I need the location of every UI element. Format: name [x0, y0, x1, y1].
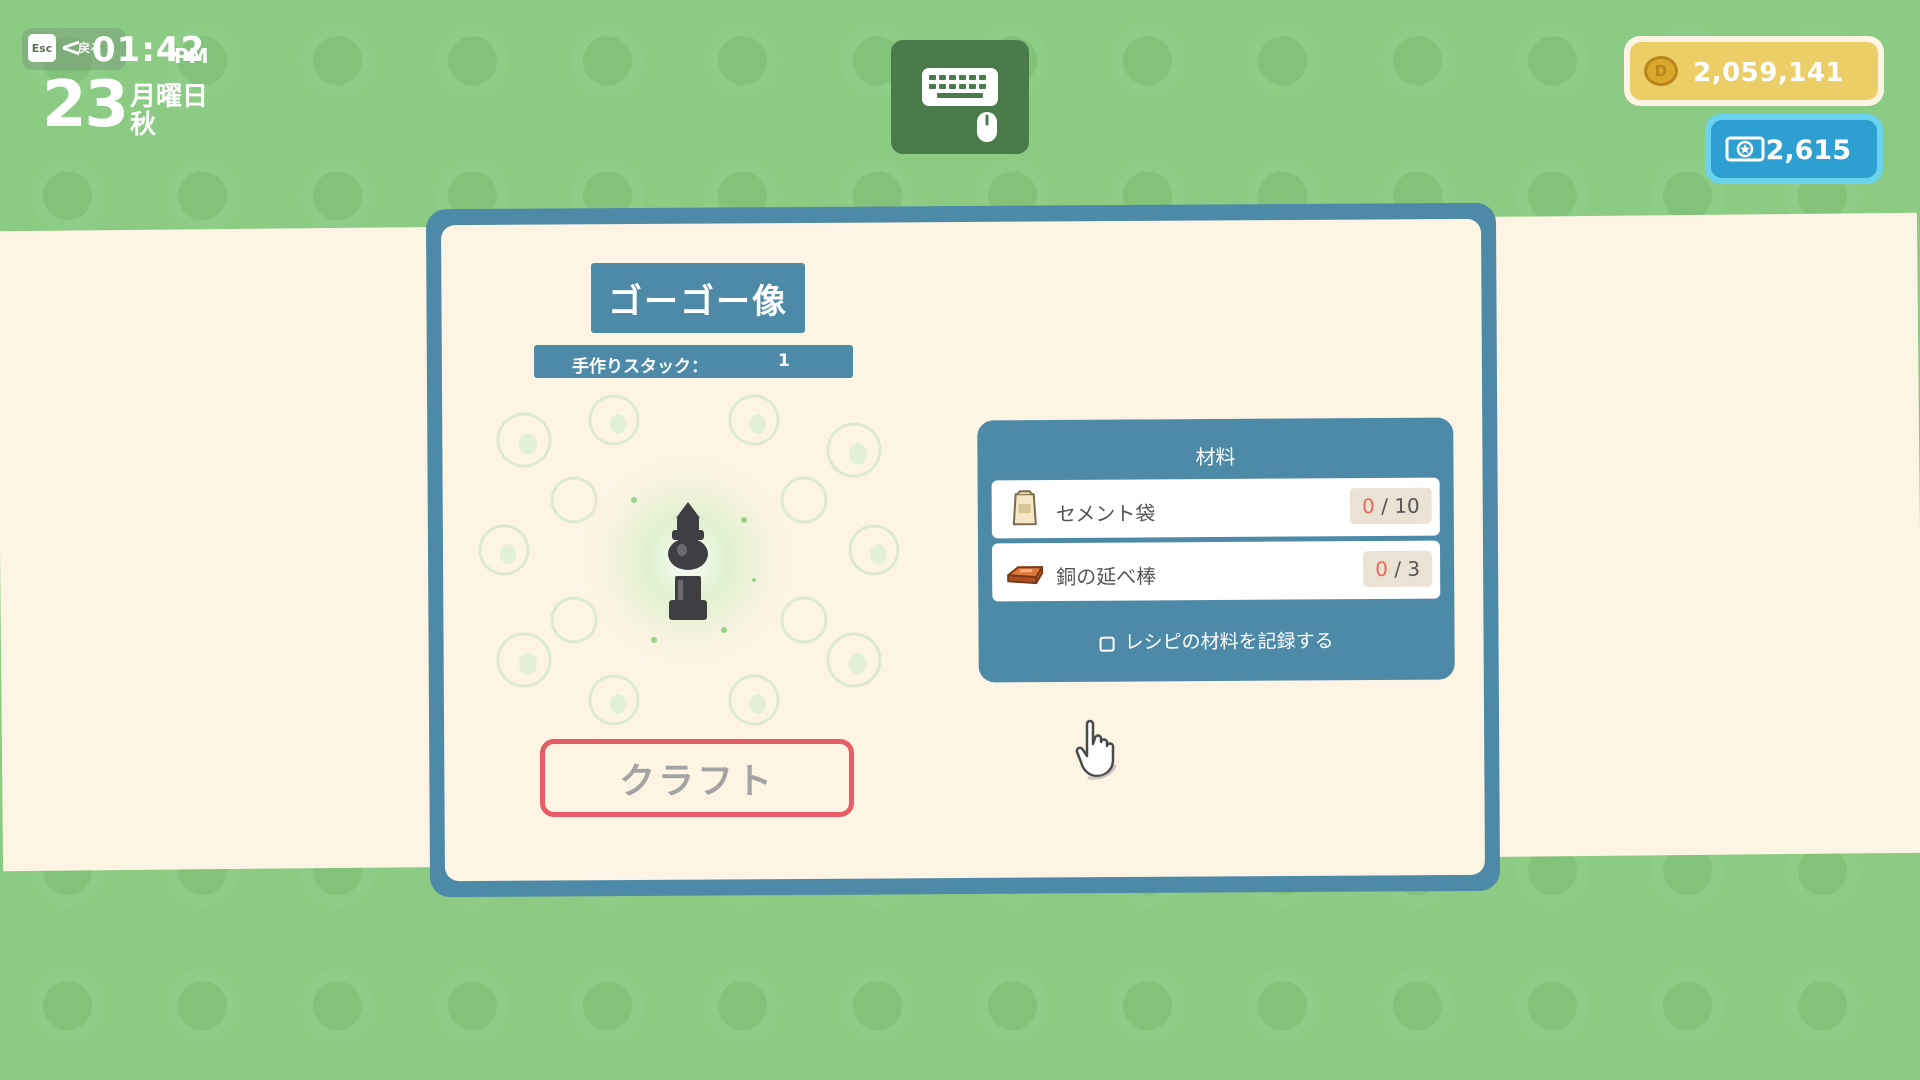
record-recipe-toggle[interactable]: レシピの材料を記録する [978, 626, 1454, 656]
ampm-display: PM [174, 44, 209, 68]
day-number: 23 [42, 68, 129, 142]
materials-title: 材料 [1195, 444, 1236, 470]
item-title: ゴーゴー像 [591, 263, 805, 333]
stack-value: 1 [778, 351, 790, 371]
copper-bar-icon [1007, 566, 1044, 585]
cement-bag-icon [1012, 490, 1037, 526]
keyboard-mouse-icon [891, 40, 1029, 154]
statue-preview [478, 394, 900, 726]
craft-stack-bar: 手作りスタック： 1 [534, 345, 853, 378]
season-display: 秋 [130, 110, 157, 140]
material-need: 3 [1407, 556, 1421, 581]
craft-button[interactable]: クラフト [540, 739, 854, 817]
record-checkbox[interactable] [1099, 636, 1115, 652]
ticket-amount: 2,615 [1765, 135, 1851, 166]
ticket-counter: 2,615 [1705, 114, 1883, 184]
material-name: 銅の延べ棒 [1056, 564, 1157, 589]
material-row-copper: 銅の延べ棒 0 / 3 [991, 540, 1441, 602]
clock-hud: Esc < 戻る 01:42 PM 23 月曜日 秋 [22, 28, 252, 148]
coin-counter: D 2,059,141 [1624, 36, 1884, 106]
material-count: 0 / 10 [1349, 487, 1432, 525]
record-label: レシピの材料を記録する [1124, 630, 1334, 654]
material-separator: / [1374, 493, 1395, 519]
material-separator: / [1387, 556, 1408, 581]
material-have: 0 [1375, 556, 1389, 582]
stack-label: 手作りスタック： [572, 357, 708, 377]
material-name: セメント袋 [1055, 501, 1156, 526]
esc-key-icon: Esc [28, 34, 56, 62]
hand-cursor-icon [1075, 719, 1117, 780]
material-have: 0 [1362, 494, 1375, 519]
material-row-cement: セメント袋 0 / 10 [991, 477, 1440, 539]
ticket-icon [1725, 136, 1765, 162]
materials-panel: 材料 セメント袋 0 / 10 銅の延べ棒 0 / 3 レシピの材料を記録する [977, 417, 1455, 683]
coin-icon: D [1644, 56, 1678, 86]
coin-amount: 2,059,141 [1693, 58, 1844, 88]
material-need: 10 [1394, 493, 1420, 518]
material-count: 0 / 3 [1363, 550, 1433, 588]
